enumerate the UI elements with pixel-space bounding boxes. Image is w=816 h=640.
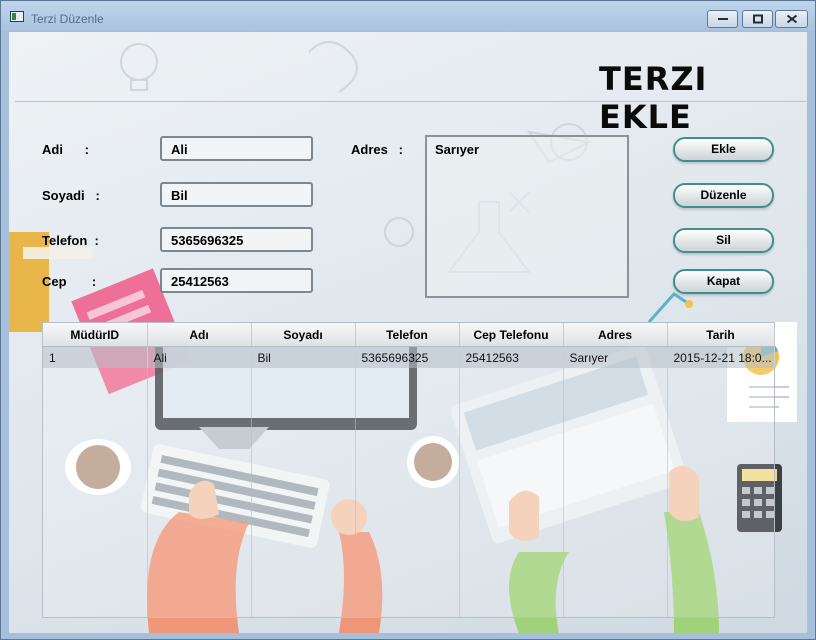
table-cell[interactable]: Bil	[251, 346, 356, 368]
data-grid[interactable]: MüdürID Adı Soyadı Telefon Cep Telefonu …	[43, 323, 775, 617]
header-divider	[15, 101, 807, 102]
grid-header-row: MüdürID Adı Soyadı Telefon Cep Telefonu …	[43, 323, 775, 347]
column-header-tarih[interactable]: Tarih	[667, 323, 775, 347]
table-cell[interactable]: 2015-12-21 18:0...	[667, 346, 775, 368]
table-cell[interactable]: Sarıyer	[563, 346, 668, 368]
app-icon	[10, 11, 24, 22]
minimize-button[interactable]	[707, 10, 738, 28]
close-icon	[786, 14, 797, 24]
soyadi-label: Soyadi :	[42, 188, 100, 203]
adi-field[interactable]: Ali	[160, 136, 313, 161]
column-header-cep-telefonu[interactable]: Cep Telefonu	[459, 323, 564, 347]
table-cell[interactable]: 1	[43, 346, 148, 368]
column-header-soyadi[interactable]: Soyadı	[251, 323, 356, 347]
app-window: Terzi Düzenle TERZI EKLE Adi: Ali Soyad…	[0, 0, 816, 640]
cep-label: Cep :	[42, 274, 97, 289]
cep-field[interactable]: 25412563	[160, 268, 313, 293]
page-title: TERZI EKLE	[599, 60, 708, 136]
sil-button[interactable]: Sil	[673, 228, 774, 253]
duzenle-button[interactable]: Düzenle	[673, 183, 774, 208]
grid-empty-area	[43, 368, 775, 617]
maximize-button[interactable]	[742, 10, 773, 28]
column-header-adi[interactable]: Adı	[147, 323, 252, 347]
ekle-button[interactable]: Ekle	[673, 137, 774, 162]
window-content: TERZI EKLE Adi : Ali Soyadi : Bil Telefo…	[9, 32, 807, 633]
close-button[interactable]	[775, 10, 808, 28]
table-cell[interactable]: 5365696325	[355, 346, 460, 368]
adres-label: Adres :	[351, 142, 404, 157]
maximize-icon	[752, 14, 763, 24]
minimize-icon	[717, 18, 728, 20]
soyadi-field[interactable]: Bil	[160, 182, 313, 207]
kapat-button[interactable]: Kapat	[673, 269, 774, 294]
adres-textarea[interactable]: Sarıyer	[425, 135, 629, 298]
table-cell[interactable]: 25412563	[459, 346, 564, 368]
column-header-mudurid[interactable]: MüdürID	[43, 323, 148, 347]
table-cell[interactable]: Ali	[147, 346, 252, 368]
title-bar[interactable]: Terzi Düzenle	[1, 1, 815, 31]
table-row[interactable]: 1 Ali Bil 5365696325 25412563 Sarıyer 20…	[43, 346, 775, 368]
column-header-adres[interactable]: Adres	[563, 323, 668, 347]
column-header-telefon[interactable]: Telefon	[355, 323, 460, 347]
window-title: Terzi Düzenle	[31, 12, 104, 26]
telefon-label: Telefon :	[42, 233, 99, 248]
telefon-field[interactable]: 5365696325	[160, 227, 313, 252]
adi-label: Adi :	[42, 142, 89, 157]
